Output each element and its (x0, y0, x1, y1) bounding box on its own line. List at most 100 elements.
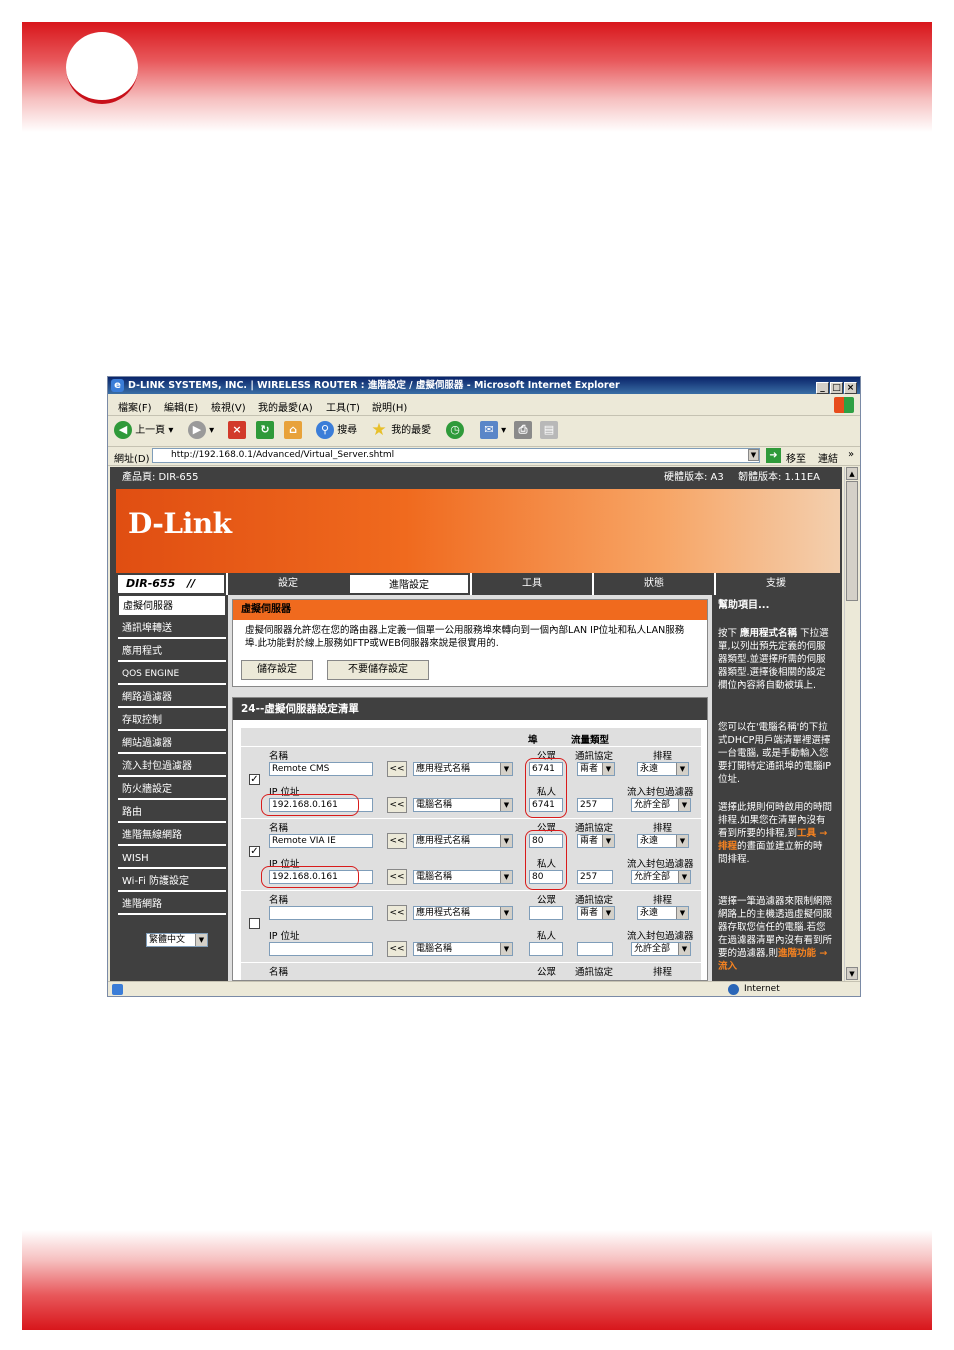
tab-support[interactable]: 支援 (714, 573, 836, 595)
menu-file[interactable]: 檔案(F) (118, 399, 152, 414)
row1-pc-select[interactable]: 電腦名稱 ▼ (413, 798, 513, 812)
virtual-server-panel: 虛擬伺服器 虛擬伺服器允許您在您的路由器上定義一個單一公用服務埠來轉向到一個內部… (232, 599, 708, 687)
row3-protocol-select[interactable]: 兩者 ▼ (577, 906, 615, 920)
sidebar-item-inbound-filter[interactable]: 流入封包過濾器 (118, 756, 226, 777)
address-label: 網址(D) (114, 454, 150, 465)
row1-protocol-number-input[interactable]: 257 (577, 798, 613, 812)
address-dropdown-icon[interactable]: ▼ (748, 449, 759, 461)
windows-logo-icon (834, 397, 854, 413)
row3-pc-select[interactable]: 電腦名稱 ▼ (413, 942, 513, 956)
dont-save-button[interactable]: 不要儲存設定 (327, 660, 429, 680)
history-button[interactable]: ◷ (446, 421, 464, 441)
globe-icon (728, 984, 739, 995)
row3-public-label: 公眾 (537, 895, 557, 906)
chevron-down-icon: ▼ (602, 763, 614, 775)
tab-advanced[interactable]: 進階設定 (348, 573, 470, 595)
close-button[interactable]: × (844, 382, 857, 394)
row3-app-arrow-button[interactable]: << (387, 905, 407, 921)
row2-app-select[interactable]: 應用程式名稱 ▼ (413, 834, 513, 848)
back-button[interactable]: ◀ 上一頁 ▾ (114, 421, 173, 441)
row1-name-input[interactable]: Remote CMS (269, 762, 373, 776)
sidebar-item-advanced-network[interactable]: 進階網路 (118, 894, 226, 915)
scroll-up-icon[interactable]: ▲ (846, 467, 858, 480)
sidebar-item-advanced-wireless[interactable]: 進階無線網路 (118, 825, 226, 846)
maximize-button[interactable]: □ (830, 382, 843, 394)
home-icon: ⌂ (284, 421, 302, 439)
row3-schedule-select[interactable]: 永遠 ▼ (637, 906, 689, 920)
ie-icon: e (111, 379, 124, 392)
row3-protocol-number-input[interactable] (577, 942, 613, 956)
tab-tools[interactable]: 工具 (470, 573, 592, 595)
favorites-button[interactable]: ★ 我的最愛 (370, 421, 431, 441)
row3-ip-input[interactable] (269, 942, 373, 956)
row2-name-input[interactable]: Remote VIA IE (269, 834, 373, 848)
go-button[interactable]: 移至 (786, 450, 806, 465)
row1-schedule-select[interactable]: 永遠 ▼ (637, 762, 689, 776)
forward-button[interactable]: ▶ ▾ (188, 421, 214, 441)
row2-schedule-select[interactable]: 永遠 ▼ (637, 834, 689, 848)
save-button[interactable]: 儲存設定 (241, 660, 313, 680)
tab-setup[interactable]: 設定 (226, 573, 348, 595)
sidebar-item-wps[interactable]: Wi-Fi 防護設定 (118, 871, 226, 892)
sidebar-item-network-filter[interactable]: 網路過濾器 (118, 687, 226, 708)
vertical-scrollbar[interactable]: ▲ ▼ (844, 467, 859, 981)
menu-tools[interactable]: 工具(T) (326, 399, 360, 414)
row3-app-select-value: 應用程式名稱 (416, 908, 471, 918)
scroll-down-icon[interactable]: ▼ (846, 967, 858, 980)
row3-pc-arrow-button[interactable]: << (387, 941, 407, 957)
minimize-button[interactable]: _ (816, 382, 829, 394)
row2-protocol-select[interactable]: 兩者 ▼ (577, 834, 615, 848)
go-arrow-icon[interactable]: ➜ (766, 448, 781, 463)
print-button[interactable]: ⎙ (514, 421, 532, 441)
sidebar-item-website-filter[interactable]: 網站過濾器 (118, 733, 226, 754)
row3-name-input[interactable] (269, 906, 373, 920)
row1-app-select[interactable]: 應用程式名稱 ▼ (413, 762, 513, 776)
tab-status[interactable]: 狀態 (592, 573, 714, 595)
search-button[interactable]: ⚲ 搜尋 (316, 421, 357, 441)
language-select[interactable]: 繁體中文 ▼ (146, 933, 208, 947)
home-button[interactable]: ⌂ (284, 421, 302, 441)
row3-public-port-input[interactable] (529, 906, 563, 920)
security-zone: Internet (744, 984, 780, 994)
menu-help[interactable]: 說明(H) (372, 399, 407, 414)
row1-pc-arrow-button[interactable]: << (387, 797, 407, 813)
row2-enable-checkbox[interactable]: ✓ (249, 846, 260, 857)
menu-edit[interactable]: 編輯(E) (164, 399, 198, 414)
edit-page-button[interactable]: ▤ (540, 421, 558, 441)
row3-app-select[interactable]: 應用程式名稱 ▼ (413, 906, 513, 920)
row2-app-arrow-button[interactable]: << (387, 833, 407, 849)
row1-enable-checkbox[interactable]: ✓ (249, 774, 260, 785)
row1-protocol-select[interactable]: 兩者 ▼ (577, 762, 615, 776)
scroll-thumb[interactable] (846, 481, 858, 601)
sidebar-item-port-forwarding[interactable]: 通訊埠轉送 (118, 618, 226, 639)
links-button[interactable]: 連結 (818, 450, 838, 465)
mail-button[interactable]: ✉ ▾ (480, 421, 506, 441)
sidebar-item-routing[interactable]: 路由 (118, 802, 226, 823)
row2-protocol-value: 兩者 (580, 836, 599, 846)
row2-filter-select[interactable]: 允許全部 ▼ (631, 870, 691, 884)
row3-enable-checkbox[interactable] (249, 918, 260, 929)
stop-button[interactable]: × (228, 421, 246, 441)
refresh-button[interactable]: ↻ (256, 421, 274, 441)
row2-pc-arrow-button[interactable]: << (387, 869, 407, 885)
row1-app-arrow-button[interactable]: << (387, 761, 407, 777)
menu-view[interactable]: 檢視(V) (211, 399, 246, 414)
row3-private-port-input[interactable] (529, 942, 563, 956)
sidebar-item-access-control[interactable]: 存取控制 (118, 710, 226, 731)
sidebar-item-applications[interactable]: 應用程式 (118, 641, 226, 662)
row2-protocol-number-input[interactable]: 257 (577, 870, 613, 884)
row-divider (241, 962, 701, 963)
row2-pc-select[interactable]: 電腦名稱 ▼ (413, 870, 513, 884)
sidebar-item-qos-engine[interactable]: QOS ENGINE (118, 664, 226, 685)
help-paragraph-1: 按下 應用程式名稱 下拉選單,以列出預先定義的伺服器類型.並選擇所需的伺服器類型… (718, 627, 832, 692)
row1-filter-select[interactable]: 允許全部 ▼ (631, 798, 691, 812)
help-paragraph-4: 選擇一筆過濾器來限制網際網路上的主機透過虛擬伺服器存取您信任的電腦.若您在過濾器… (718, 895, 832, 973)
row3-filter-select[interactable]: 允許全部 ▼ (631, 942, 691, 956)
menu-favorites[interactable]: 我的最愛(A) (258, 399, 313, 414)
sidebar-item-firewall[interactable]: 防火牆設定 (118, 779, 226, 800)
sidebar-item-virtual-server[interactable]: 虛擬伺服器 (118, 595, 226, 616)
sidebar-item-wish[interactable]: WISH (118, 848, 226, 869)
language-value: 繁體中文 (149, 935, 186, 945)
address-input[interactable]: http://192.168.0.1/Advanced/Virtual_Serv… (152, 448, 760, 463)
toolbar-overflow-icon[interactable]: » (848, 449, 854, 460)
